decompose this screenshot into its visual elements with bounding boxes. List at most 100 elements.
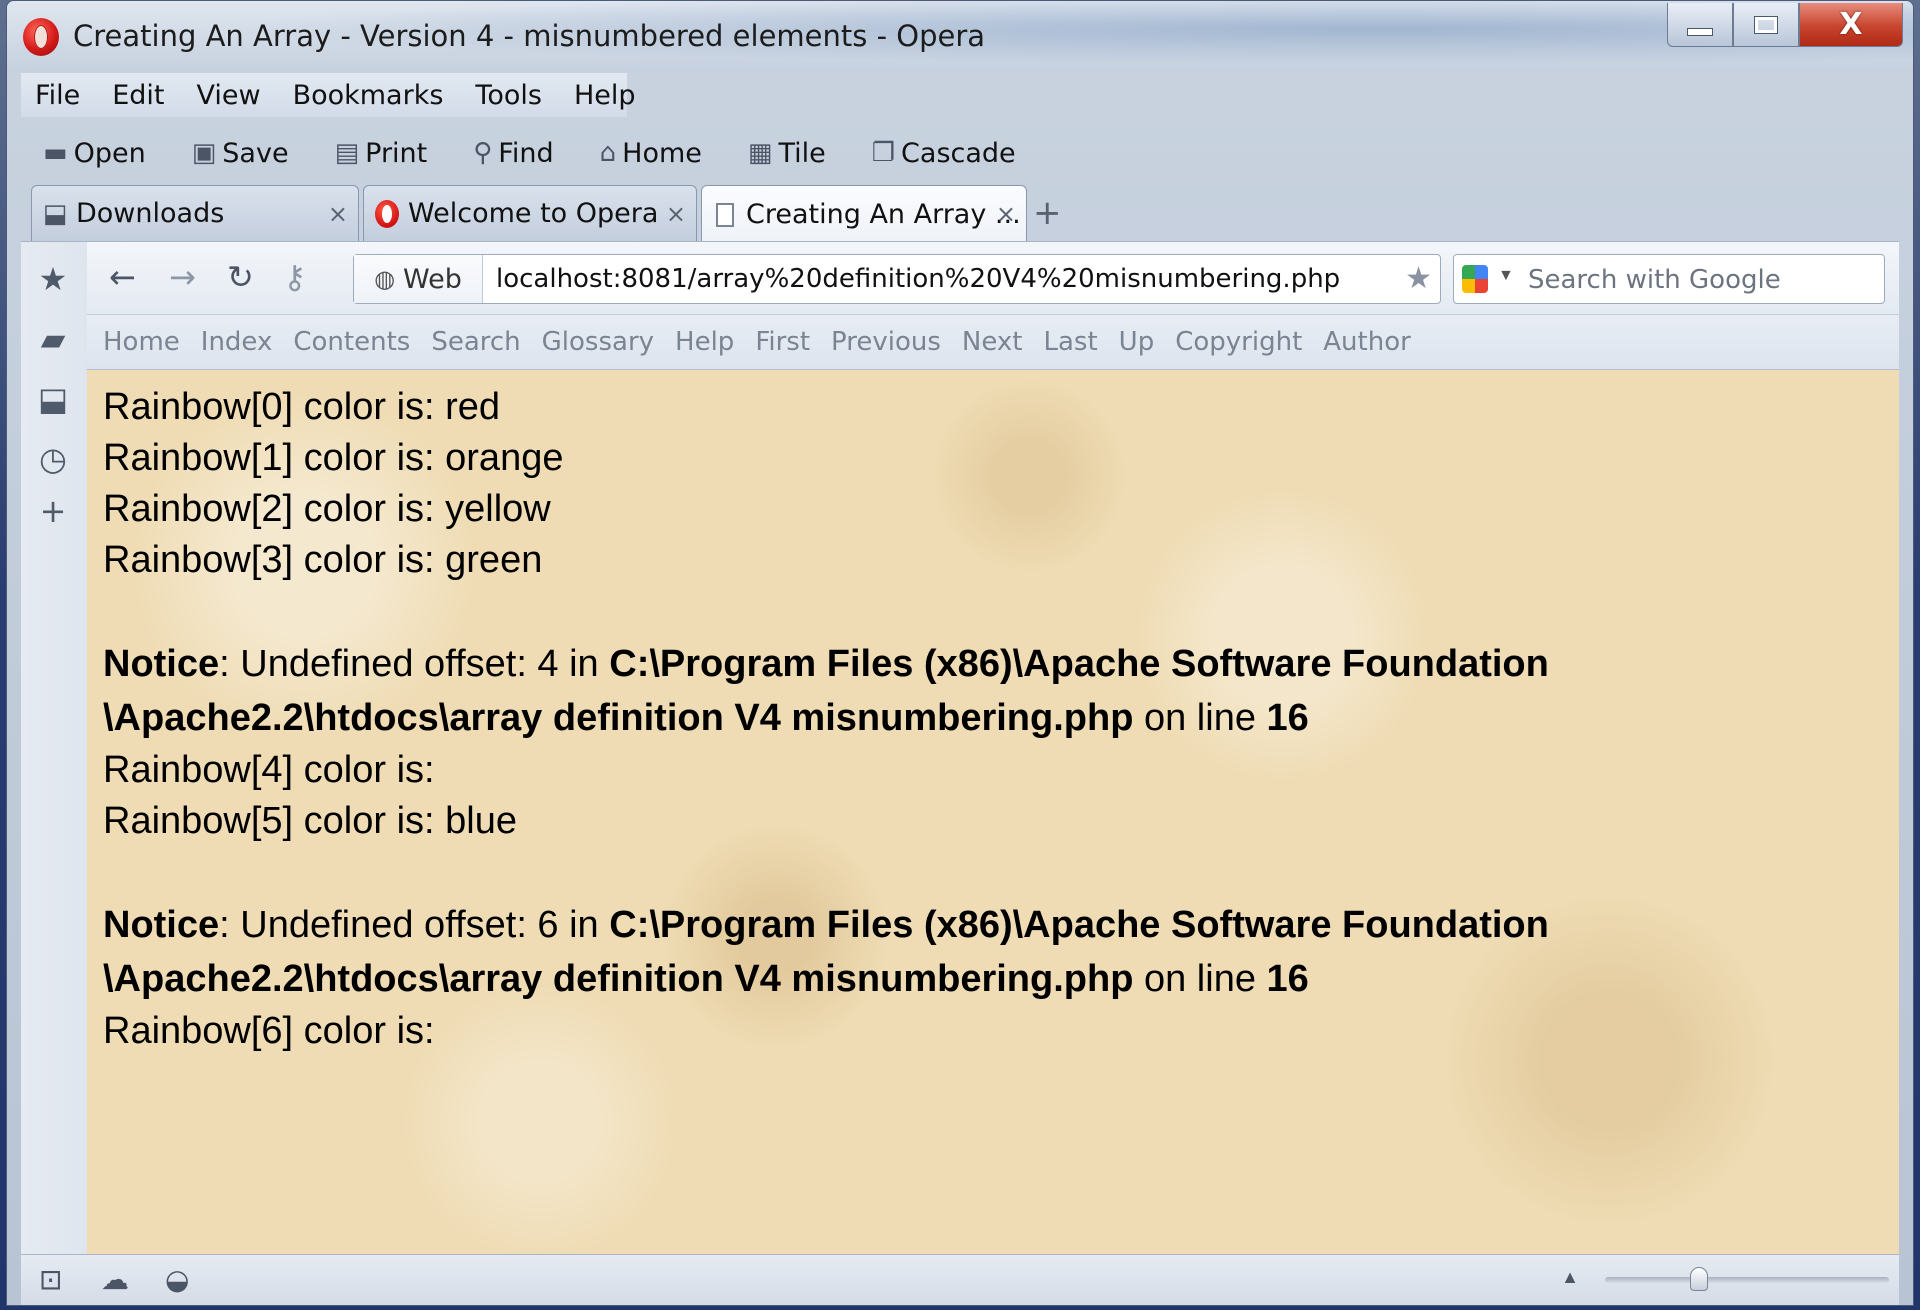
reload-icon[interactable]: ↻ bbox=[227, 258, 254, 296]
downloads-icon: ⬓ bbox=[42, 198, 68, 229]
menu-tools[interactable]: Tools bbox=[475, 80, 542, 111]
minimize-button[interactable] bbox=[1667, 3, 1733, 47]
output-line: Rainbow[3] color is: green bbox=[103, 539, 543, 581]
zoom-popup-icon[interactable]: ▲ bbox=[1561, 1267, 1579, 1288]
panel-toggle-icon[interactable]: ⊡ bbox=[39, 1263, 62, 1296]
tab-close-icon[interactable]: × bbox=[666, 200, 686, 228]
personal-toolbar: ▬ Open ▣ Save ▤ Print ⚲ Find ⌂ Home ▦ Ti… bbox=[21, 131, 1042, 175]
globe-icon: ◍ bbox=[374, 265, 396, 293]
web-security-badge[interactable]: ◍ Web bbox=[354, 255, 483, 303]
tab-downloads[interactable]: ⬓ Downloads × bbox=[31, 185, 359, 241]
bookmark-star-icon[interactable]: ★ bbox=[1405, 261, 1432, 296]
cascade-icon: ❐ bbox=[871, 138, 896, 168]
history-panel-icon[interactable]: ◷ bbox=[35, 440, 71, 478]
nav-link-last[interactable]: Last bbox=[1044, 327, 1098, 357]
window-title: Creating An Array - Version 4 - misnumbe… bbox=[73, 19, 986, 53]
document-icon bbox=[712, 202, 738, 227]
notice-on-line: on line bbox=[1133, 697, 1267, 739]
toolbar-open-label: Open bbox=[73, 137, 146, 169]
toolbar-find-button[interactable]: ⚲ Find bbox=[473, 138, 553, 169]
zoom-slider-handle[interactable] bbox=[1689, 1267, 1708, 1291]
tab-close-icon[interactable]: × bbox=[996, 200, 1016, 228]
tab-bar: ⬓ Downloads × Welcome to Opera × Creatin… bbox=[21, 185, 1913, 243]
nav-link-up[interactable]: Up bbox=[1119, 327, 1155, 357]
search-field[interactable]: ▼ Search with Google bbox=[1453, 254, 1885, 304]
save-icon: ▣ bbox=[191, 138, 217, 168]
wand-icon[interactable]: ⚷ bbox=[283, 258, 306, 296]
notice-message: : Undefined offset: 6 in bbox=[219, 904, 610, 946]
nav-link-help[interactable]: Help bbox=[675, 327, 734, 357]
bookmarks-panel-icon[interactable]: ★ bbox=[35, 260, 71, 298]
title-bar[interactable]: Creating An Array - Version 4 - misnumbe… bbox=[7, 1, 1913, 71]
toolbar-tile-button[interactable]: ▦ Tile bbox=[748, 138, 826, 169]
opera-icon bbox=[374, 199, 400, 228]
tab-creating-array-label: Creating An Array ... bbox=[746, 199, 1021, 230]
print-icon: ▤ bbox=[334, 138, 360, 168]
menu-help[interactable]: Help bbox=[574, 80, 636, 111]
url-text[interactable]: localhost:8081/array%20definition%20V4%2… bbox=[496, 264, 1340, 294]
tab-welcome-label: Welcome to Opera bbox=[408, 198, 659, 229]
opera-logo-icon[interactable] bbox=[23, 18, 59, 56]
search-placeholder: Search with Google bbox=[1528, 265, 1781, 295]
nav-link-contents[interactable]: Contents bbox=[293, 327, 410, 357]
toolbar-open-button[interactable]: ▬ Open bbox=[43, 138, 146, 169]
status-bar: ⊡ ☁ ◒ ▲ bbox=[21, 1254, 1899, 1305]
nav-link-previous[interactable]: Previous bbox=[831, 327, 941, 357]
output-line: Rainbow[5] color is: blue bbox=[103, 800, 517, 842]
browser-window: Creating An Array - Version 4 - misnumbe… bbox=[6, 0, 1914, 1306]
notes-panel-icon[interactable]: ▰ bbox=[35, 320, 71, 358]
menu-view[interactable]: View bbox=[196, 80, 260, 111]
maximize-button[interactable] bbox=[1733, 3, 1799, 47]
turbo-icon[interactable]: ◒ bbox=[165, 1263, 189, 1296]
nav-link-first[interactable]: First bbox=[755, 327, 810, 357]
toolbar-print-label: Print bbox=[365, 137, 428, 169]
php-notice: Notice: Undefined offset: 4 in C:\Progra… bbox=[103, 637, 1823, 745]
chevron-down-icon[interactable]: ▼ bbox=[1498, 267, 1514, 285]
page-content[interactable]: Rainbow[0] color is: red Rainbow[1] colo… bbox=[87, 370, 1899, 1255]
toolbar-cascade-button[interactable]: ❐ Cascade bbox=[872, 138, 1016, 169]
tab-welcome[interactable]: Welcome to Opera × bbox=[363, 185, 697, 241]
tab-creating-array[interactable]: Creating An Array ... × bbox=[701, 185, 1027, 243]
close-button[interactable]: X bbox=[1799, 3, 1903, 47]
toolbar-tile-label: Tile bbox=[778, 137, 826, 169]
minimize-icon bbox=[1687, 27, 1713, 36]
zoom-slider[interactable] bbox=[1605, 1267, 1889, 1291]
nav-link-search[interactable]: Search bbox=[431, 327, 520, 357]
notice-line-number: 16 bbox=[1266, 697, 1309, 739]
downloads-panel-icon[interactable]: ⬓ bbox=[35, 380, 71, 418]
browser-chrome: ★ ▰ ⬓ ◷ + ← → ↻ ⚷ ◍ Web localhost:8081/a… bbox=[21, 241, 1899, 1305]
output-line: Rainbow[6] color is: bbox=[103, 1010, 435, 1052]
toolbar-print-button[interactable]: ▤ Print bbox=[335, 138, 428, 169]
nav-link-glossary[interactable]: Glossary bbox=[542, 327, 654, 357]
nav-link-home[interactable]: Home bbox=[103, 327, 180, 357]
url-field[interactable]: ◍ Web localhost:8081/array%20definition%… bbox=[353, 254, 1441, 304]
output-line: Rainbow[4] color is: bbox=[103, 749, 435, 791]
close-icon: X bbox=[1839, 7, 1863, 42]
menu-file[interactable]: File bbox=[35, 80, 80, 111]
nav-link-copyright[interactable]: Copyright bbox=[1175, 327, 1302, 357]
opera-unite-icon[interactable]: ☁ bbox=[101, 1263, 129, 1296]
site-navigation-bar: Home Index Contents Search Glossary Help… bbox=[87, 315, 1899, 370]
toolbar-home-button[interactable]: ⌂ Home bbox=[600, 138, 702, 169]
output-line: Rainbow[0] color is: red bbox=[103, 386, 501, 428]
find-icon: ⚲ bbox=[473, 138, 493, 168]
menu-edit[interactable]: Edit bbox=[112, 80, 164, 111]
window-controls: X bbox=[1667, 3, 1903, 49]
toolbar-save-button[interactable]: ▣ Save bbox=[192, 138, 289, 169]
output-line: Rainbow[2] color is: yellow bbox=[103, 488, 551, 530]
forward-icon[interactable]: → bbox=[169, 258, 196, 296]
add-panel-icon[interactable]: + bbox=[35, 492, 71, 530]
back-icon[interactable]: ← bbox=[109, 258, 136, 296]
notice-message: : Undefined offset: 4 in bbox=[219, 643, 610, 685]
nav-link-author[interactable]: Author bbox=[1323, 327, 1411, 357]
nav-link-next[interactable]: Next bbox=[962, 327, 1023, 357]
nav-link-index[interactable]: Index bbox=[201, 327, 273, 357]
address-bar: ← → ↻ ⚷ ◍ Web localhost:8081/array%20def… bbox=[87, 242, 1899, 315]
tile-icon: ▦ bbox=[747, 138, 773, 168]
tab-close-icon[interactable]: × bbox=[328, 200, 348, 228]
new-tab-icon[interactable]: + bbox=[1033, 193, 1062, 233]
notice-label: Notice bbox=[103, 904, 220, 946]
google-icon[interactable] bbox=[1462, 265, 1488, 293]
menu-bookmarks[interactable]: Bookmarks bbox=[293, 80, 444, 111]
